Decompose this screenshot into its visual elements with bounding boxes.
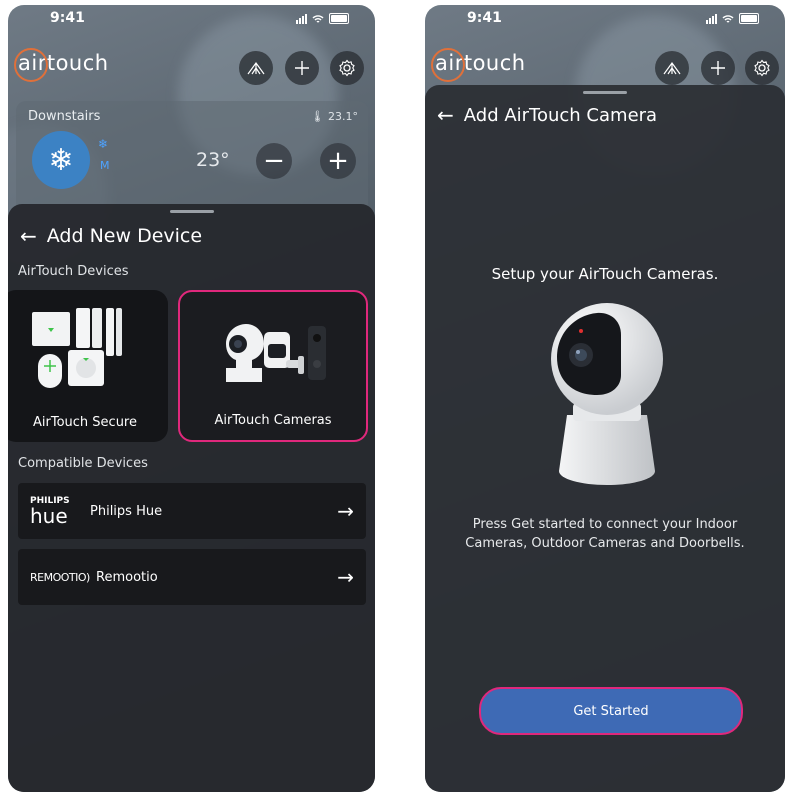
philips-hue-logo: PHILIPS hue: [30, 496, 90, 528]
mode-label: M: [100, 159, 110, 172]
back-arrow-icon[interactable]: ←: [20, 224, 37, 248]
snowflake-icon: ❄: [48, 142, 74, 178]
zone-name: Downstairs: [28, 109, 101, 124]
remootio-label: Remootio: [96, 569, 158, 585]
forward-arrow-icon: →: [337, 499, 354, 523]
remootio-logo-text: REMOOTIO: [30, 570, 87, 584]
sensor-button[interactable]: [655, 51, 689, 85]
sheet-header: ← Add AirTouch Camera: [437, 103, 657, 127]
indoor-camera-image: [551, 303, 663, 485]
wifi-icon: [312, 14, 324, 23]
add-button[interactable]: [701, 51, 735, 85]
airtouch-devices-heading: AirTouch Devices: [18, 264, 129, 279]
remootio-row[interactable]: REMOOTIO) Remootio →: [18, 549, 366, 605]
camera-setup-sheet: ← Add AirTouch Camera Setup your AirTouc…: [425, 85, 785, 792]
sheet-grabber[interactable]: [583, 91, 627, 94]
sheet-grabber[interactable]: [169, 210, 214, 213]
mode-button[interactable]: ❄: [32, 131, 90, 189]
battery-icon: [739, 13, 759, 24]
airtouch-secure-label: AirTouch Secure: [33, 415, 137, 430]
battery-icon: [329, 13, 349, 24]
setpoint: 23°: [196, 149, 230, 171]
gear-icon: [754, 59, 770, 77]
airtouch-cameras-label: AirTouch Cameras: [214, 413, 332, 428]
plus-icon: [295, 61, 309, 75]
signal-icon: [706, 13, 717, 24]
back-arrow-icon[interactable]: ←: [437, 103, 454, 127]
sensor-icon: [247, 61, 265, 75]
signal-icon: [296, 13, 307, 24]
gear-icon: [339, 59, 355, 77]
decrease-button[interactable]: −: [256, 143, 292, 179]
get-started-button[interactable]: Get Started: [479, 687, 743, 735]
sheet-title: Add New Device: [46, 225, 203, 247]
philips-hue-row[interactable]: PHILIPS hue Philips Hue →: [18, 483, 366, 539]
airtouch-cameras-tile[interactable]: AirTouch Cameras: [178, 290, 368, 442]
compatible-devices-heading: Compatible Devices: [18, 456, 148, 471]
wifi-icon: [722, 14, 734, 23]
status-time: 9:41: [50, 10, 85, 26]
philips-hue-label: Philips Hue: [90, 503, 163, 519]
sheet-title: Add AirTouch Camera: [463, 104, 658, 126]
minus-icon: −: [263, 146, 285, 176]
status-time: 9:41: [467, 10, 502, 26]
thermometer-icon: 🌡︎: [310, 110, 325, 123]
airtouch-logo: airtouch: [431, 48, 526, 82]
zone-current-temp: 🌡︎ 23.1°: [311, 110, 358, 123]
setup-description: Press Get started to connect your Indoor…: [425, 515, 785, 553]
description-line-2: Cameras, Outdoor Cameras and Doorbells.: [465, 536, 745, 551]
phone-add-device: 9:41 airtouch Downstairs 🌡︎ 23.1° ❄ ❄ M …: [8, 5, 375, 792]
sensor-icon: [663, 61, 681, 75]
forward-arrow-icon: →: [337, 565, 354, 589]
airtouch-logo: airtouch: [14, 48, 109, 82]
setup-heading: Setup your AirTouch Cameras.: [491, 265, 719, 283]
description-line-1: Press Get started to connect your Indoor: [472, 517, 738, 532]
cameras-image: [226, 324, 326, 382]
phone-camera-setup: 9:41 airtouch ← Add AirTouch Camera Setu…: [425, 5, 785, 792]
sheet-header: ← Add New Device: [20, 224, 202, 248]
zone-temp-value: 23.1°: [328, 110, 358, 123]
zone-card[interactable]: Downstairs 🌡︎ 23.1° ❄ ❄ M 23° − +: [16, 101, 368, 213]
plus-icon: [711, 61, 725, 75]
settings-button[interactable]: [330, 51, 364, 85]
hue-text: hue: [30, 503, 68, 528]
add-button[interactable]: [285, 51, 319, 85]
status-bar: 9:41: [425, 5, 785, 35]
settings-button[interactable]: [745, 51, 779, 85]
secure-devices-image: [32, 308, 122, 388]
airtouch-secure-tile[interactable]: AirTouch Secure: [8, 290, 168, 442]
plus-icon: +: [327, 146, 349, 176]
add-device-sheet: ← Add New Device AirTouch Devices AirTou…: [8, 204, 375, 792]
status-bar: 9:41: [8, 5, 375, 35]
fan-mode-icon: ❄: [98, 137, 109, 151]
sensor-button[interactable]: [239, 51, 273, 85]
remootio-logo: REMOOTIO): [30, 570, 90, 584]
increase-button[interactable]: +: [320, 143, 356, 179]
